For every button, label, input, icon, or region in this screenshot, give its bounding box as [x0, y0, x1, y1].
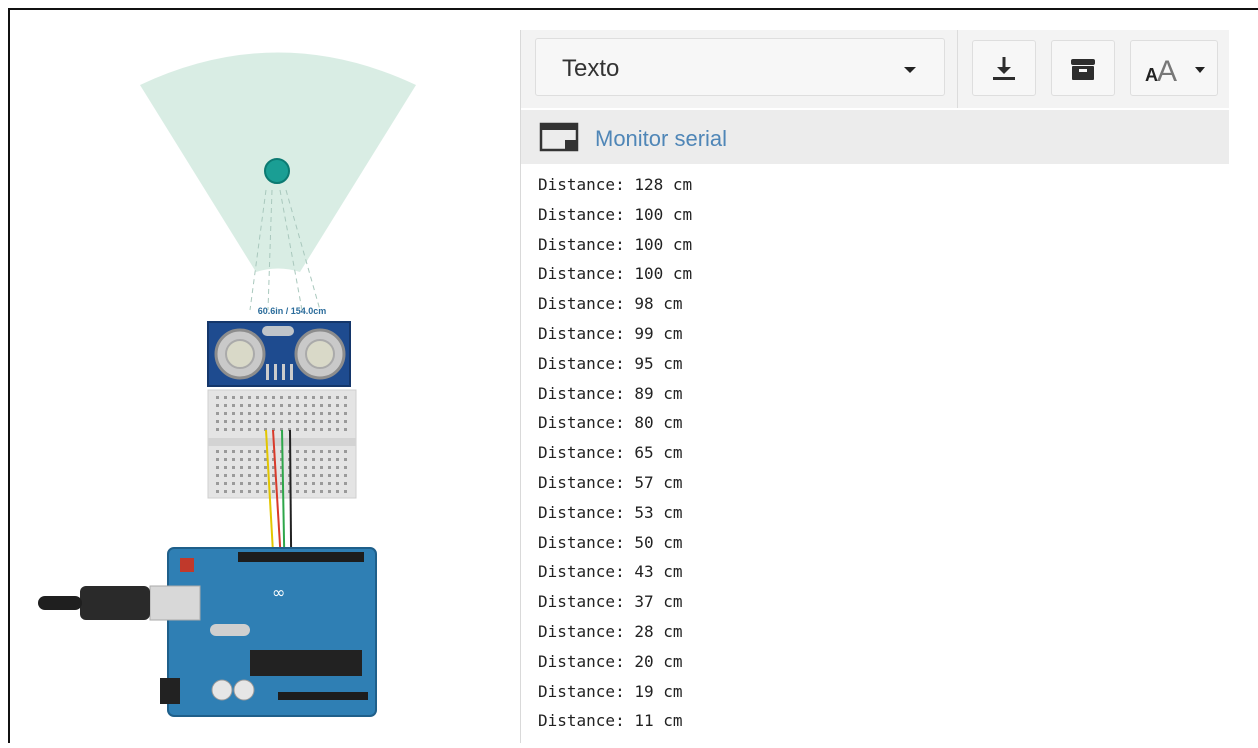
serial-line: Distance: 89 cm	[538, 383, 683, 403]
serial-line: Distance: 53 cm	[538, 502, 683, 522]
serial-line: Distance: 43 cm	[538, 562, 683, 582]
serial-line: Distance: 100 cm	[538, 264, 693, 284]
monitor-title: Monitor serial	[595, 126, 728, 151]
monitor-window-icon	[539, 122, 579, 152]
serial-line: Distance: 100 cm	[538, 204, 693, 224]
serial-line: Distance: 100 cm	[538, 234, 693, 254]
serial-line: Distance: 37 cm	[538, 592, 683, 612]
svg-text:∞: ∞	[272, 583, 285, 602]
circuit-canvas[interactable]: ∞ 60.6in / 154.0cm	[10, 10, 520, 743]
circuit-drawing: ∞	[38, 52, 416, 717]
target-object	[264, 158, 290, 184]
serial-line: Distance: 20 cm	[538, 651, 683, 671]
serial-line: Distance: 57 cm	[538, 472, 683, 492]
serial-line: Distance: 128 cm	[538, 175, 693, 194]
serial-output[interactable]: Distance: 128 cm Distance: 100 cm Distance…	[538, 170, 1218, 736]
clear-output-button[interactable]	[1051, 40, 1115, 96]
monitor-toolbar: Texto A A	[521, 30, 1229, 108]
serial-line: Distance: 80 cm	[538, 413, 683, 433]
ultrasonic-sensor	[207, 321, 351, 387]
mode-select-value: Texto	[562, 55, 620, 82]
serial-line: Distance: 11 cm	[538, 711, 683, 731]
arduino-uno-board: ∞	[160, 547, 377, 717]
serial-monitor-panel: Texto A A Monitor serial Distance: 128 c…	[520, 30, 1229, 743]
serial-line: Distance: 98 cm	[538, 294, 683, 314]
serial-line: Distance: 65 cm	[538, 443, 683, 463]
chevron-down-icon	[904, 67, 916, 73]
serial-line: Distance: 99 cm	[538, 323, 683, 343]
toolbar-divider	[957, 30, 958, 108]
chevron-down-icon	[1195, 67, 1205, 73]
serial-line: Distance: 28 cm	[538, 621, 683, 641]
serial-line: Distance: 95 cm	[538, 353, 683, 373]
monitor-header: Monitor serial	[521, 110, 1229, 164]
mode-select-dropdown[interactable]: Texto	[535, 38, 945, 96]
serial-line: Distance: 50 cm	[538, 532, 683, 552]
sensor-range-label: 60.6in / 154.0cm	[257, 306, 327, 316]
download-icon	[993, 57, 1015, 80]
download-button[interactable]	[972, 40, 1036, 96]
font-size-button[interactable]: A A	[1130, 40, 1218, 96]
svg-text:A: A	[1157, 55, 1177, 88]
serial-line: Distance: 19 cm	[538, 681, 683, 701]
usb-cable	[38, 585, 201, 621]
archive-icon	[1071, 59, 1095, 80]
